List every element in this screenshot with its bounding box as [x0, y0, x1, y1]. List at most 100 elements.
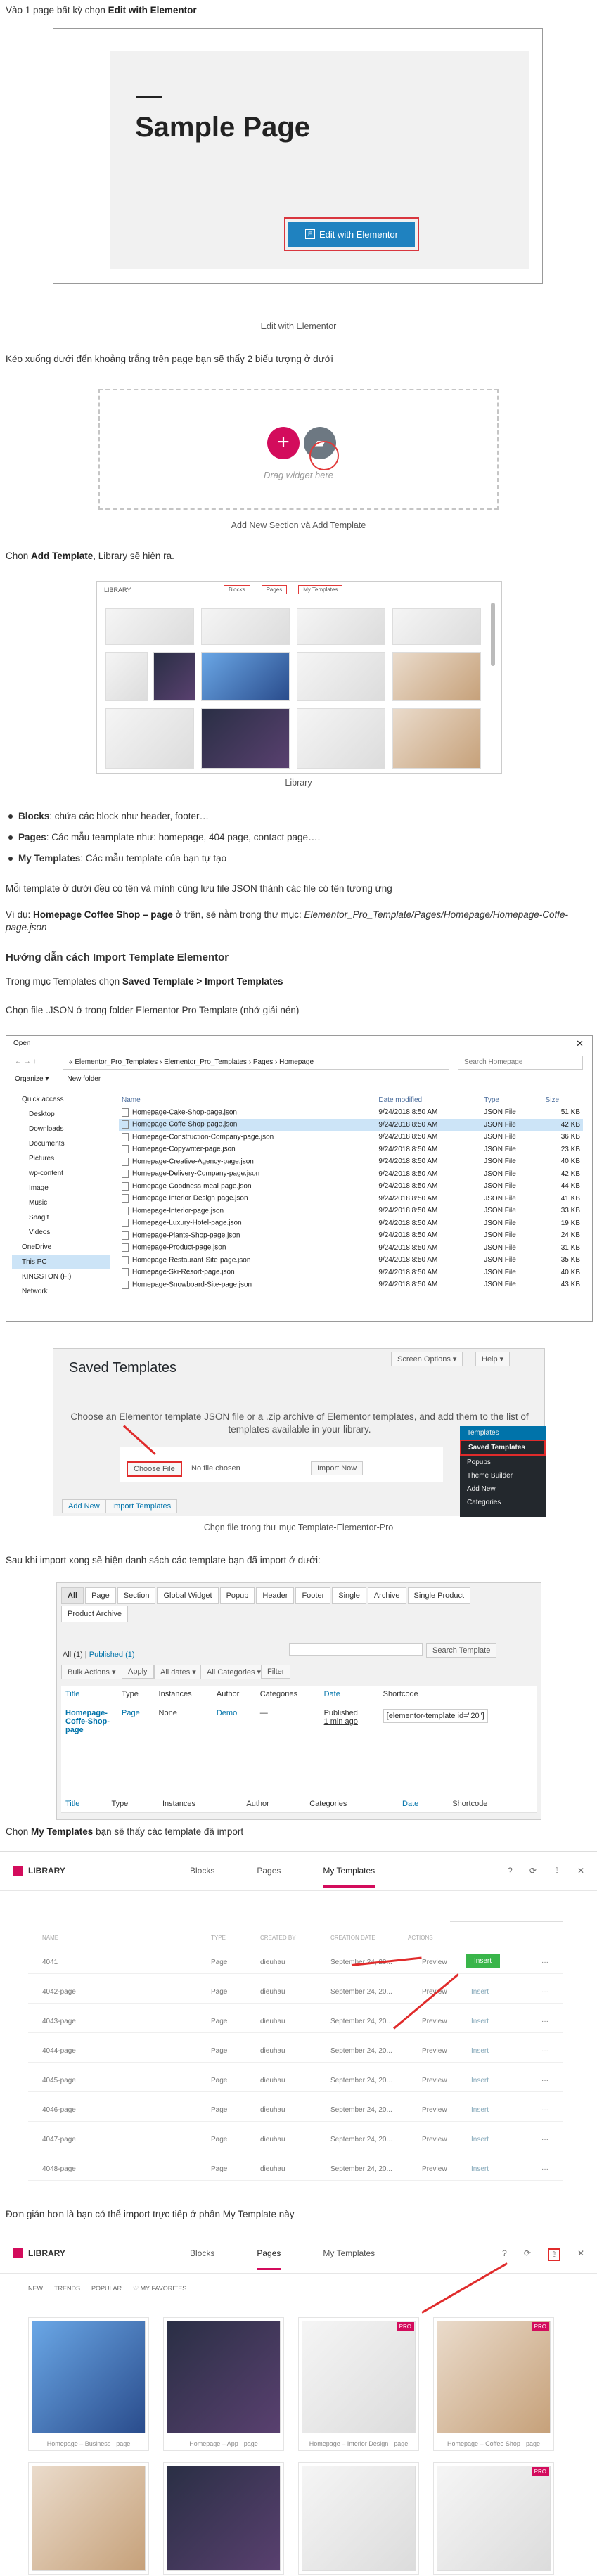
col-date[interactable]: Date: [398, 1795, 449, 1813]
nav-item[interactable]: Pictures: [12, 1151, 110, 1166]
col-title[interactable]: Title: [61, 1795, 108, 1813]
preview-button[interactable]: Preview: [422, 2077, 447, 2084]
filter-favorites[interactable]: ♡ MY FAVORITES: [133, 2285, 186, 2293]
close-icon[interactable]: ✕: [576, 1038, 584, 1049]
block-thumb[interactable]: [392, 652, 481, 701]
preview-button[interactable]: Preview: [422, 1959, 447, 1966]
filter-tab[interactable]: Footer: [295, 1587, 331, 1604]
more-icon[interactable]: ···: [541, 2018, 548, 2025]
import-icon[interactable]: ⇪: [547, 2248, 560, 2261]
tab-pages[interactable]: Pages: [257, 2248, 281, 2270]
menu-theme-builder[interactable]: Theme Builder: [460, 1469, 546, 1482]
nav-item[interactable]: Quick access: [12, 1092, 110, 1107]
tab-my-templates[interactable]: My Templates: [323, 1866, 375, 1888]
address-bar[interactable]: « Elementor_Pro_Templates › Elementor_Pr…: [63, 1056, 449, 1070]
col-size[interactable]: Size: [543, 1094, 583, 1106]
filter-tab[interactable]: Global Widget: [157, 1587, 219, 1604]
more-icon[interactable]: ···: [541, 1959, 548, 1966]
insert-button[interactable]: Insert: [471, 2136, 489, 2144]
file-row[interactable]: Homepage-Ski-Resort-page.json 9/24/2018 8…: [119, 1267, 583, 1279]
add-new-button[interactable]: Add New: [62, 1499, 106, 1513]
page-template-card[interactable]: [298, 2462, 419, 2575]
filter-button[interactable]: Filter: [261, 1665, 291, 1679]
search-templates-input[interactable]: [289, 1643, 423, 1656]
filter-tab[interactable]: Product Archive: [61, 1606, 129, 1622]
tab-pages[interactable]: Pages: [257, 1866, 281, 1888]
file-row[interactable]: Homepage-Cake-Shop-page.json 9/24/2018 8:…: [119, 1106, 583, 1119]
block-thumb[interactable]: [297, 608, 385, 645]
filter-trends[interactable]: TRENDS: [54, 2285, 80, 2293]
choose-file-button[interactable]: Choose File: [127, 1461, 182, 1477]
all-link[interactable]: All: [63, 1651, 71, 1659]
filter-tab[interactable]: Page: [85, 1587, 116, 1604]
import-templates-button[interactable]: Import Templates: [105, 1499, 178, 1513]
close-icon[interactable]: ✕: [577, 2248, 584, 2261]
insert-button[interactable]: Insert: [471, 2106, 489, 2114]
file-row[interactable]: Homepage-Restaurant-Site-page.json 9/24/2…: [119, 1254, 583, 1267]
insert-button[interactable]: Insert: [471, 2018, 489, 2025]
new-folder-button[interactable]: New folder: [67, 1075, 101, 1089]
nav-item[interactable]: KINGSTON (F:): [12, 1269, 110, 1284]
file-row[interactable]: Homepage-Interior-page.json 9/24/2018 8:5…: [119, 1205, 583, 1217]
block-thumb[interactable]: [392, 608, 481, 645]
insert-button[interactable]: Insert: [466, 1954, 501, 1968]
sync-icon[interactable]: ⟳: [529, 1866, 537, 1876]
more-icon[interactable]: ···: [541, 2165, 548, 2173]
filter-tab[interactable]: Header: [256, 1587, 295, 1604]
filter-tab[interactable]: Popup: [219, 1587, 255, 1604]
nav-item[interactable]: wp-content: [12, 1166, 110, 1181]
menu-saved-templates[interactable]: Saved Templates: [460, 1440, 546, 1456]
menu-popups[interactable]: Popups: [460, 1456, 546, 1469]
nav-item[interactable]: Music: [12, 1196, 110, 1210]
sync-icon[interactable]: ⟳: [524, 2248, 531, 2261]
import-now-button[interactable]: Import Now: [311, 1461, 364, 1475]
insert-button[interactable]: Insert: [471, 2165, 489, 2173]
preview-button[interactable]: Preview: [422, 2018, 447, 2025]
template-title-link[interactable]: Homepage-Coffe-Shop-page: [61, 1703, 117, 1809]
block-thumb[interactable]: [105, 708, 194, 769]
tab-blocks[interactable]: Blocks: [190, 2248, 214, 2270]
search-input[interactable]: Search Homepage: [458, 1056, 583, 1070]
tab-my-templates[interactable]: My Templates: [298, 585, 343, 594]
col-type[interactable]: Type: [481, 1094, 542, 1106]
more-icon[interactable]: ···: [541, 2047, 548, 2055]
filter-tab[interactable]: Single: [332, 1587, 366, 1604]
block-thumb[interactable]: [201, 608, 290, 645]
more-icon[interactable]: ···: [541, 2077, 548, 2084]
filter-new[interactable]: NEW: [28, 2285, 43, 2293]
file-row[interactable]: Homepage-Product-page.json 9/24/2018 8:50…: [119, 1242, 583, 1255]
scrollbar[interactable]: [491, 603, 495, 666]
file-row[interactable]: Homepage-Goodness-meal-page.json 9/24/201…: [119, 1180, 583, 1193]
screen-options-button[interactable]: Screen Options ▾: [391, 1352, 463, 1366]
block-thumb[interactable]: [392, 708, 481, 769]
menu-categories[interactable]: Categories: [460, 1496, 546, 1509]
file-row[interactable]: Homepage-Interior-Design-page.json 9/24/2…: [119, 1193, 583, 1205]
nav-item[interactable]: Network: [12, 1284, 110, 1299]
more-icon[interactable]: ···: [541, 1988, 548, 1996]
page-template-card[interactable]: PRO: [433, 2462, 554, 2575]
apply-button[interactable]: Apply: [122, 1665, 154, 1679]
block-thumb[interactable]: [105, 652, 148, 701]
categories-select[interactable]: All Categories ▾: [200, 1665, 268, 1679]
filter-popular[interactable]: POPULAR: [91, 2285, 122, 2293]
page-template-card[interactable]: Homepage – Business · page: [28, 2317, 149, 2451]
file-row[interactable]: Homepage-Creative-Agency-page.json 9/24/2…: [119, 1155, 583, 1168]
file-row[interactable]: Homepage-Coffe-Shop-page.json 9/24/2018 8…: [119, 1118, 583, 1131]
nav-item[interactable]: Image: [12, 1181, 110, 1196]
tab-blocks[interactable]: Blocks: [190, 1866, 214, 1888]
close-icon[interactable]: ✕: [577, 1866, 584, 1876]
col-title[interactable]: Title: [61, 1686, 117, 1703]
search-input[interactable]: [450, 1908, 563, 1922]
back-arrow-icon[interactable]: ← → ↑: [15, 1058, 37, 1065]
template-shortcode[interactable]: [elementor-template id="20"]: [379, 1703, 537, 1809]
page-template-card[interactable]: [28, 2462, 149, 2575]
block-thumb[interactable]: [201, 708, 290, 769]
filter-tab[interactable]: Section: [117, 1587, 156, 1604]
col-name[interactable]: Name: [119, 1094, 375, 1106]
import-icon[interactable]: ⇪: [553, 1866, 560, 1876]
insert-button[interactable]: Insert: [471, 1988, 489, 1996]
more-icon[interactable]: ···: [541, 2106, 548, 2114]
help-button[interactable]: Help ▾: [475, 1352, 511, 1366]
nav-item[interactable]: This PC: [12, 1255, 110, 1269]
file-row[interactable]: Homepage-Snowboard-Site-page.json 9/24/20…: [119, 1279, 583, 1291]
